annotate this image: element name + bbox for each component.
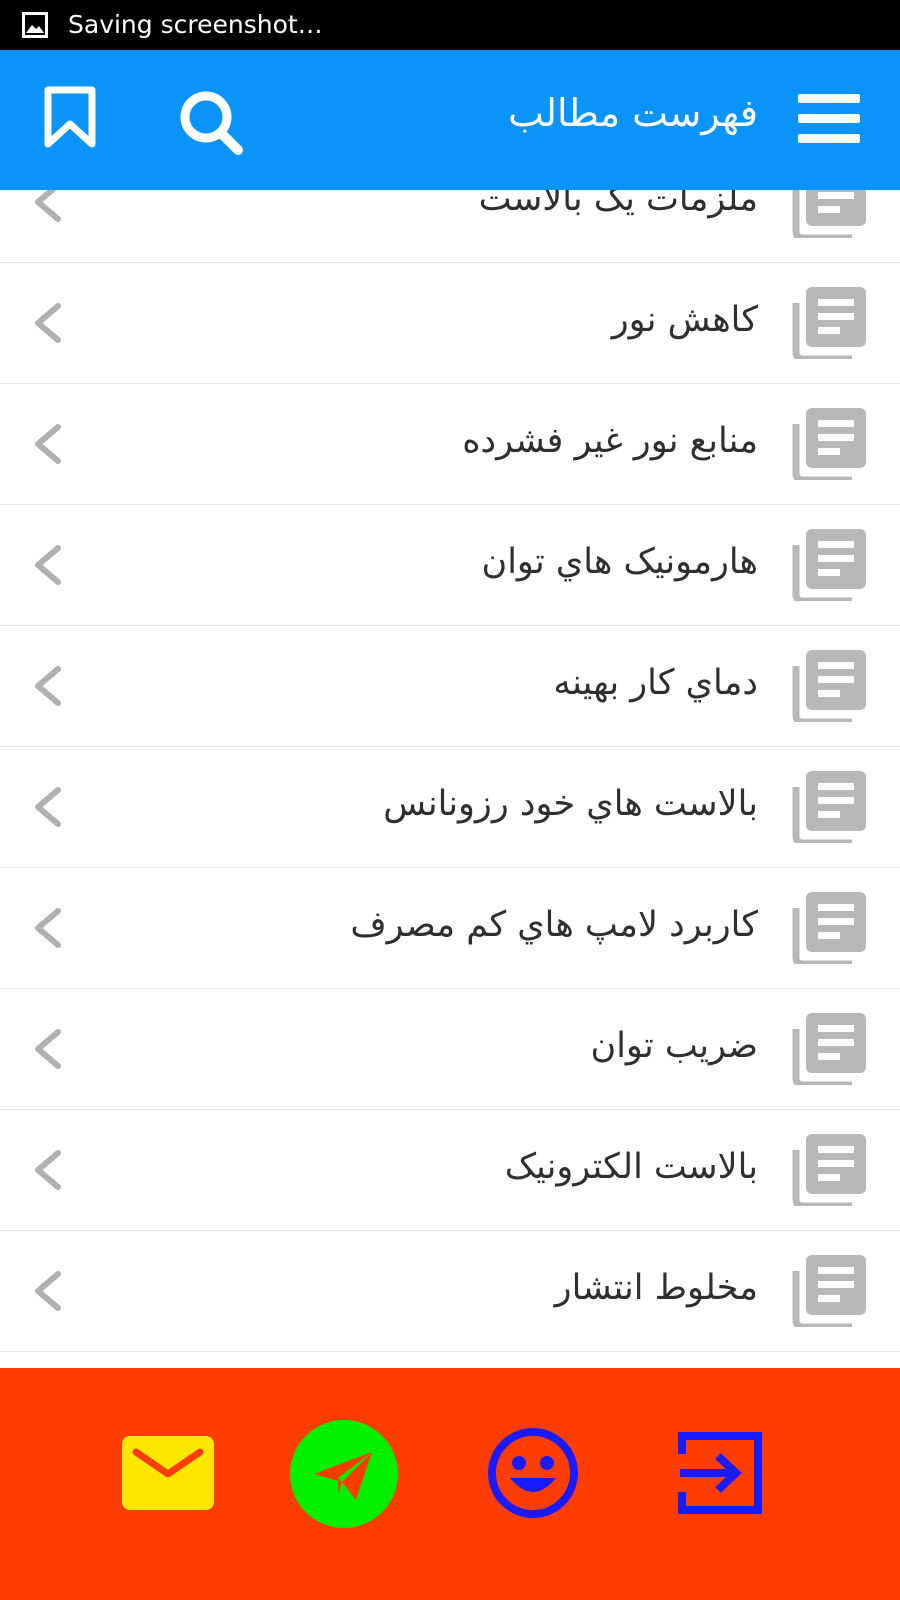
- document-stack-icon: [792, 1013, 866, 1085]
- list-item-label: ملزمات یک بالاست: [478, 190, 758, 219]
- list-item-7[interactable]: کاربرد لامپ هاي کم مصرف: [0, 868, 900, 989]
- chevron-left-icon: [35, 666, 61, 706]
- chevron-left-icon: [35, 424, 61, 464]
- app-bar: فهرست مطالب: [0, 50, 900, 190]
- list-item-label: مخلوط انتشار: [554, 1268, 758, 1308]
- image-icon: [22, 12, 48, 38]
- list-item-3[interactable]: منابع نور غیر فشرده: [0, 384, 900, 505]
- document-stack-icon: [792, 1134, 866, 1206]
- list-item-8[interactable]: ضریب توان: [0, 989, 900, 1110]
- list-item-label: بالاست الکترونیک: [504, 1147, 758, 1187]
- chevron-left-icon: [35, 190, 61, 222]
- chevron-left-icon: [35, 303, 61, 343]
- hamburger-menu-icon[interactable]: [798, 92, 860, 146]
- login-icon[interactable]: [678, 1430, 764, 1516]
- list-item-1[interactable]: ملزمات یک بالاست: [0, 190, 900, 263]
- list-item-2[interactable]: کاهش نور: [0, 263, 900, 384]
- list-inner: ملزمات یک بالاست کاهش نور منابع نور غیر …: [0, 190, 900, 1352]
- chevron-left-icon: [35, 545, 61, 585]
- mail-icon[interactable]: [122, 1436, 214, 1510]
- list-item-4[interactable]: هارمونیک هاي توان: [0, 505, 900, 626]
- smiley-icon[interactable]: [486, 1426, 580, 1520]
- list-item-label: هارمونیک هاي توان: [481, 542, 759, 582]
- bookmark-icon[interactable]: [42, 86, 98, 150]
- list-item-label: بالاست هاي خود رزونانس: [383, 784, 758, 824]
- list-item-6[interactable]: بالاست هاي خود رزونانس: [0, 747, 900, 868]
- chevron-left-icon: [35, 787, 61, 827]
- list-item-9[interactable]: بالاست الکترونیک: [0, 1110, 900, 1231]
- document-stack-icon: [792, 287, 866, 359]
- chevron-left-icon: [35, 1029, 61, 1069]
- list-item-label: منابع نور غیر فشرده: [462, 421, 758, 461]
- document-stack-icon: [792, 190, 866, 238]
- list-item-label: کاهش نور: [611, 300, 758, 340]
- document-stack-icon: [792, 529, 866, 601]
- document-stack-icon: [792, 1255, 866, 1327]
- status-text: Saving screenshot…: [68, 10, 323, 39]
- list-item-label: دماي کار بهینه: [553, 663, 758, 703]
- list-item-5[interactable]: دماي کار بهینه: [0, 626, 900, 747]
- content-list[interactable]: ملزمات یک بالاست کاهش نور منابع نور غیر …: [0, 190, 900, 1368]
- list-item-label: کاربرد لامپ هاي کم مصرف: [350, 905, 758, 945]
- status-bar: Saving screenshot…: [0, 0, 900, 50]
- telegram-icon[interactable]: [290, 1420, 398, 1528]
- list-item-10[interactable]: مخلوط انتشار: [0, 1231, 900, 1352]
- list-item-label: ضریب توان: [590, 1026, 758, 1066]
- chevron-left-icon: [35, 908, 61, 948]
- chevron-left-icon: [35, 1150, 61, 1190]
- page-title: فهرست مطالب: [508, 91, 758, 135]
- chevron-left-icon: [35, 1271, 61, 1311]
- document-stack-icon: [792, 650, 866, 722]
- search-icon[interactable]: [176, 88, 246, 158]
- document-stack-icon: [792, 408, 866, 480]
- bottom-bar: [0, 1368, 900, 1600]
- document-stack-icon: [792, 771, 866, 843]
- document-stack-icon: [792, 892, 866, 964]
